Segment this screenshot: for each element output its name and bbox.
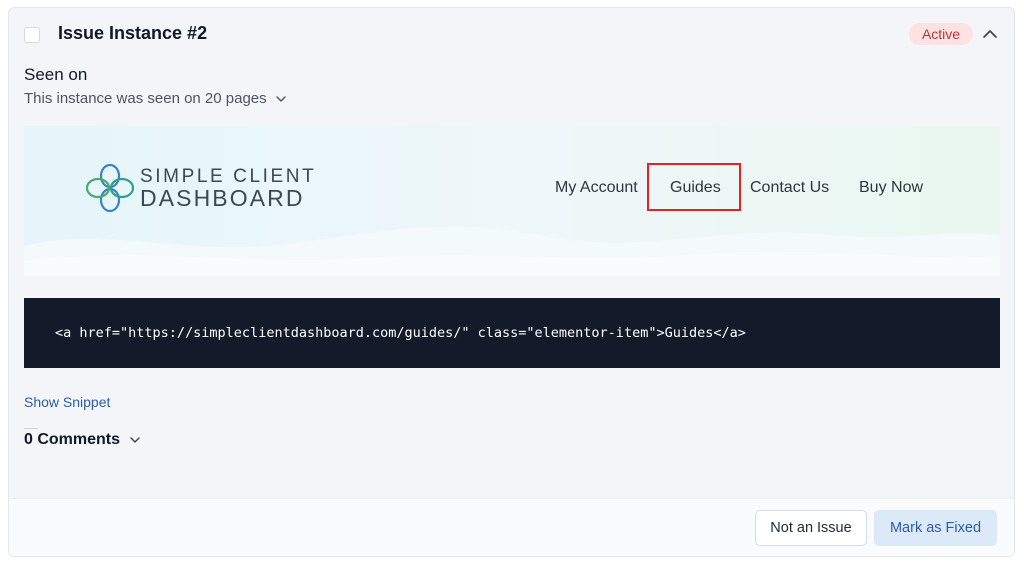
code-snippet: <a href="https://simpleclientdashboard.c… (24, 298, 1000, 368)
chevron-up-icon[interactable] (981, 25, 999, 43)
logo-wordmark: SIMPLE CLIENT DASHBOARD (140, 167, 316, 210)
seen-on-description: This instance was seen on 20 pages (24, 90, 267, 107)
status-badge: Active (909, 23, 973, 45)
comments-label: 0 Comments (24, 431, 121, 448)
nav-my-account: My Account (555, 179, 638, 196)
chevron-down-icon (275, 95, 286, 102)
seen-on-toggle[interactable]: This instance was seen on 20 pages (24, 90, 287, 107)
comments-toggle[interactable]: 0 Comments (24, 431, 141, 449)
logo-line-2: DASHBOARD (140, 184, 305, 211)
divider (24, 428, 38, 429)
seen-on-label: Seen on (24, 65, 88, 84)
page-preview-screenshot: SIMPLE CLIENT DASHBOARD My Account Guide… (24, 126, 1000, 276)
not-an-issue-button[interactable]: Not an Issue (755, 510, 867, 546)
nav-contact-us: Contact Us (750, 179, 830, 196)
issue-title: Issue Instance #2 (58, 23, 208, 43)
site-logo: SIMPLE CLIENT DASHBOARD (84, 162, 316, 214)
issue-highlight-box (647, 163, 741, 211)
issue-instance-card: Issue Instance #2 Active Seen on This in… (8, 7, 1015, 557)
background-hills (24, 226, 1000, 276)
show-snippet-link[interactable]: Show Snippet (24, 394, 110, 410)
card-footer: Not an Issue Mark as Fixed (9, 498, 1014, 556)
nav-buy-now: Buy Now (859, 179, 924, 196)
chevron-down-icon (130, 437, 140, 443)
issue-header: Issue Instance #2 Active (9, 8, 1014, 60)
logo-line-1: SIMPLE CLIENT (140, 165, 317, 187)
select-checkbox[interactable] (24, 27, 40, 43)
mark-as-fixed-button[interactable]: Mark as Fixed (874, 510, 997, 546)
interlocking-rings-logo-icon (85, 163, 135, 213)
